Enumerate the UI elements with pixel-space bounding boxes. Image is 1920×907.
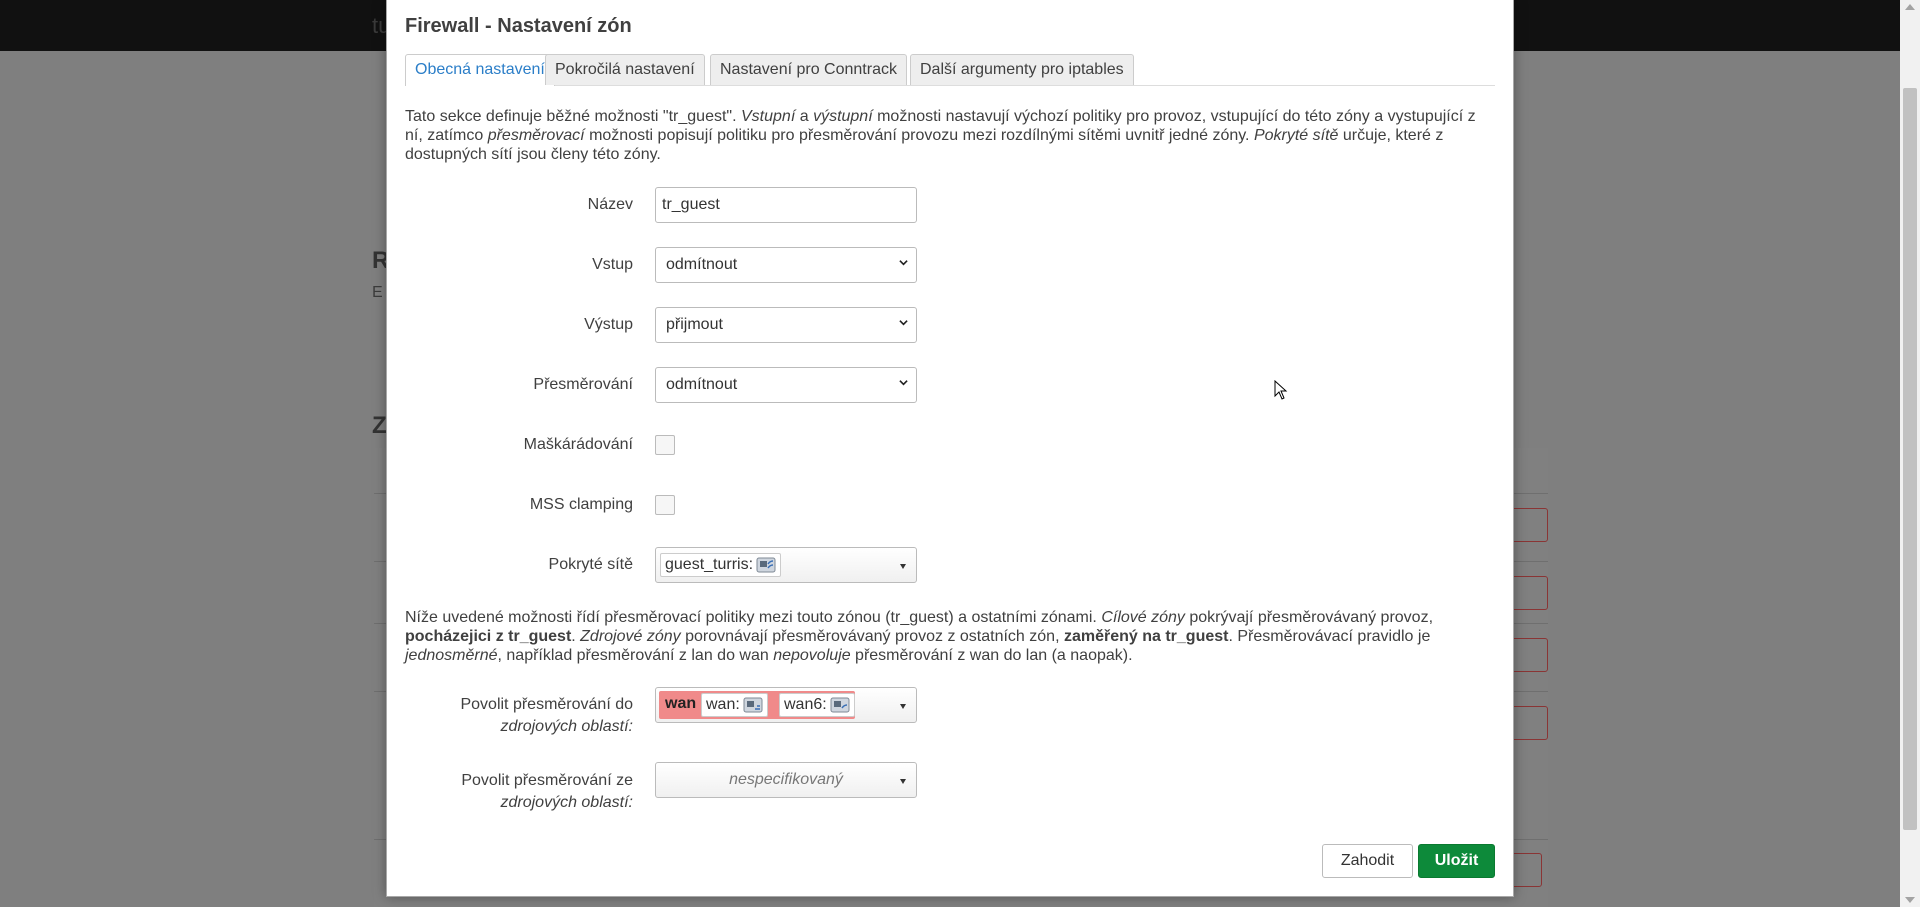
tab-bar: Obecná nastavení Pokročilá nastavení Nas… [405, 54, 1495, 86]
chevron-down-icon [899, 320, 908, 326]
tab-advanced[interactable]: Pokročilá nastavení [545, 54, 705, 85]
masquerading-label: Maškárádování [523, 436, 633, 453]
zone-name: wan [665, 695, 697, 712]
covered-networks-dropdown[interactable]: guest_turris: [655, 547, 917, 583]
network-chip-label: wan6: [784, 696, 827, 713]
forward-from-label-line1: Povolit přesměrování ze [461, 772, 633, 789]
desc-text: Tato sekce definuje běžné možnosti "tr_g… [405, 108, 741, 125]
masquerading-checkbox[interactable] [655, 435, 675, 455]
mouse-cursor-icon [1274, 380, 1288, 400]
network-chip-wan: wan: [701, 693, 768, 717]
input-policy-select[interactable]: odmítnout [655, 247, 917, 283]
dropdown-caret-icon [900, 564, 906, 569]
output-policy-select[interactable]: přijmout [655, 307, 917, 343]
page-scrollbar[interactable] [1900, 0, 1920, 907]
desc-text: . Přesměrovávací pravidlo je [1228, 628, 1431, 645]
forward-from-placeholder: nespecifikovaný [729, 771, 843, 788]
forward-to-label-line2: zdrojových oblastí: [500, 718, 633, 735]
desc-text: přesměrování z wan do lan (a naopak). [850, 647, 1133, 664]
desc-emphasis: Zdrojové zóny [580, 628, 681, 645]
forward-to-label: Povolit přesměrování do zdrojových oblas… [460, 694, 633, 738]
forwarding-description: Níže uvedené možnosti řídí přesměrovací … [405, 608, 1495, 665]
desc-emphasis: Vstupní [741, 108, 796, 125]
desc-text: možnosti popisují politiku pro přesměrov… [584, 127, 1254, 144]
output-policy-label: Výstup [584, 316, 633, 333]
zone-name-input[interactable]: tr_guest [655, 187, 917, 223]
forward-from-label: Povolit přesměrování ze zdrojových oblas… [461, 770, 633, 814]
desc-bold: pocházejici z tr_guest [405, 628, 572, 645]
forward-to-zones-dropdown[interactable]: wan wan: wan6: [655, 687, 917, 723]
network-chip-label: wan: [706, 696, 740, 713]
desc-text: porovnávají přesměrovávaný provoz z osta… [680, 628, 1064, 645]
wifi-network-icon [756, 557, 776, 573]
desc-emphasis: nepovoluje [773, 647, 851, 664]
dismiss-button[interactable]: Zahodit [1322, 844, 1413, 878]
desc-text: pokrývají přesměrovávaný provoz, [1184, 609, 1434, 626]
desc-bold: zaměřený na tr_guest [1063, 628, 1229, 645]
output-policy-value: přijmout [666, 316, 723, 333]
desc-emphasis: Cílové zóny [1101, 609, 1185, 626]
bg-heading-z: Z [372, 412, 387, 439]
network-chip-label: guest_turris: [665, 556, 754, 573]
chevron-down-icon [899, 380, 908, 386]
bg-text-e: E [372, 284, 383, 301]
desc-emphasis: přesměrovací [487, 127, 585, 144]
covered-networks-label: Pokryté sítě [548, 556, 633, 573]
network-chip-guest-turris: guest_turris: [660, 553, 782, 577]
tab-conntrack[interactable]: Nastavení pro Conntrack [710, 54, 907, 85]
tab-iptables[interactable]: Další argumenty pro iptables [910, 54, 1134, 85]
zone-settings-modal: Firewall - Nastavení zón Obecná nastaven… [386, 0, 1514, 897]
input-policy-value: odmítnout [666, 256, 738, 273]
dropdown-caret-icon [900, 704, 906, 709]
network-chip-wan6: wan6: [779, 693, 855, 717]
desc-emphasis: jednosměrné [405, 647, 498, 664]
ethernet-port-icon [743, 697, 763, 713]
tab-general[interactable]: Obecná nastavení [405, 54, 555, 86]
mss-clamping-label: MSS clamping [529, 496, 633, 513]
modal-title: Firewall - Nastavení zón [405, 15, 632, 37]
name-label: Název [587, 196, 633, 213]
desc-text: . [571, 628, 581, 645]
desc-text: a [795, 108, 814, 125]
mss-clamping-checkbox[interactable] [655, 495, 675, 515]
forward-to-label-line1: Povolit přesměrování do [460, 696, 633, 713]
general-description: Tato sekce definuje běžné možnosti "tr_g… [405, 107, 1495, 164]
zone-badge-wan: wan wan: wan6: [659, 691, 855, 719]
save-button[interactable]: Uložit [1418, 844, 1495, 878]
forward-policy-value: odmítnout [666, 376, 738, 393]
desc-emphasis: Pokryté sítě [1253, 127, 1339, 144]
dropdown-caret-icon [900, 779, 906, 784]
ethernet-port-icon [830, 697, 850, 713]
forward-policy-label: Přesměrování [533, 376, 633, 393]
input-policy-label: Vstup [592, 256, 633, 273]
forward-from-zones-dropdown[interactable]: nespecifikovaný [655, 762, 917, 798]
scroll-down-arrow-icon[interactable] [1905, 897, 1915, 903]
desc-text: Níže uvedené možnosti řídí přesměrovací … [405, 609, 1102, 626]
scroll-up-arrow-icon[interactable] [1905, 4, 1915, 10]
desc-emphasis: výstupní [813, 108, 873, 125]
desc-text: , například přesměrování z lan do wan [497, 647, 774, 664]
chevron-down-icon [899, 260, 908, 266]
forward-from-label-line2: zdrojových oblastí: [500, 794, 633, 811]
forward-policy-select[interactable]: odmítnout [655, 367, 917, 403]
scrollbar-thumb[interactable] [1903, 88, 1917, 830]
